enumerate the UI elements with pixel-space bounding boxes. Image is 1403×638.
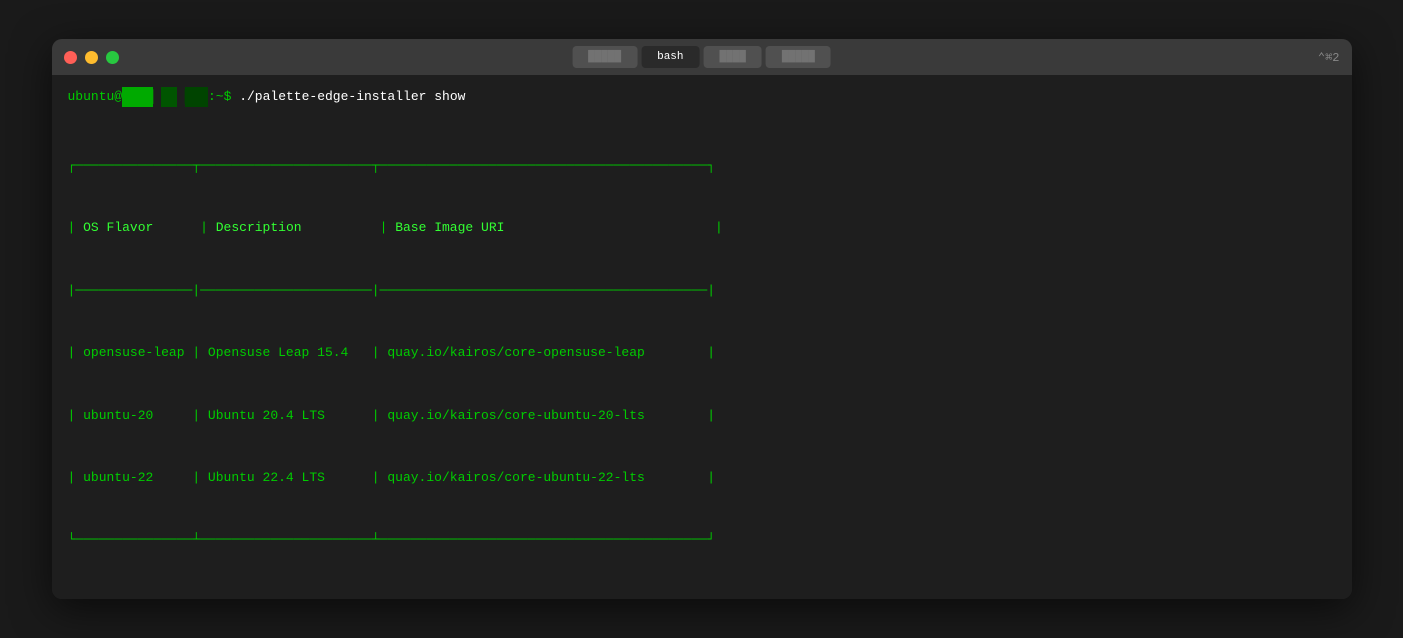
prompt-path: ███ bbox=[185, 87, 208, 107]
keyboard-shortcut: ⌃⌘2 bbox=[1318, 50, 1340, 65]
table1-row1: | opensuse-leap | Opensuse Leap 15.4 | q… bbox=[68, 343, 1336, 364]
maximize-button[interactable] bbox=[106, 51, 119, 64]
tab-2[interactable]: bash bbox=[641, 46, 699, 68]
prompt-host2: ██ bbox=[161, 87, 177, 107]
titlebar-tabs: █████ bash ████ █████ bbox=[572, 46, 831, 68]
terminal-window: █████ bash ████ █████ ⌃⌘2 ubuntu@████ ██… bbox=[52, 39, 1352, 599]
prompt-space bbox=[153, 87, 161, 107]
tab-1[interactable]: █████ bbox=[572, 46, 637, 68]
table1-row2: | ubuntu-20 | Ubuntu 20.4 LTS | quay.io/… bbox=[68, 406, 1336, 427]
prompt-host1: ████ bbox=[122, 87, 153, 107]
table1-divider: |───────────────|──────────────────────|… bbox=[68, 281, 1336, 302]
titlebar: █████ bash ████ █████ ⌃⌘2 bbox=[52, 39, 1352, 75]
command-text: ./palette-edge-installer show bbox=[239, 87, 465, 107]
titlebar-center: █████ bash ████ █████ bbox=[572, 46, 831, 68]
prompt-tilde bbox=[177, 87, 185, 107]
table1-header: | OS Flavor | Description | Base Image U… bbox=[68, 218, 1336, 239]
tab-3[interactable]: ████ bbox=[704, 46, 762, 68]
close-button[interactable] bbox=[64, 51, 77, 64]
table1-row3: | ubuntu-22 | Ubuntu 22.4 LTS | quay.io/… bbox=[68, 468, 1336, 489]
prompt-sym: :~$ bbox=[208, 87, 239, 107]
minimize-button[interactable] bbox=[85, 51, 98, 64]
table1-border-top: ┌───────────────┬──────────────────────┬… bbox=[68, 156, 1336, 177]
table1-border-bottom: └───────────────┴──────────────────────┴… bbox=[68, 530, 1336, 551]
command-prompt-line: ubuntu@████ ██ ███:~$ ./palette-edge-ins… bbox=[68, 87, 1336, 107]
os-flavor-table: ┌───────────────┬──────────────────────┬… bbox=[68, 115, 1336, 593]
terminal-body[interactable]: ubuntu@████ ██ ███:~$ ./palette-edge-ins… bbox=[52, 75, 1352, 599]
traffic-lights bbox=[64, 51, 119, 64]
prompt-user: ubuntu@ bbox=[68, 87, 123, 107]
titlebar-right: ⌃⌘2 bbox=[1318, 50, 1340, 65]
tab-4[interactable]: █████ bbox=[766, 46, 831, 68]
